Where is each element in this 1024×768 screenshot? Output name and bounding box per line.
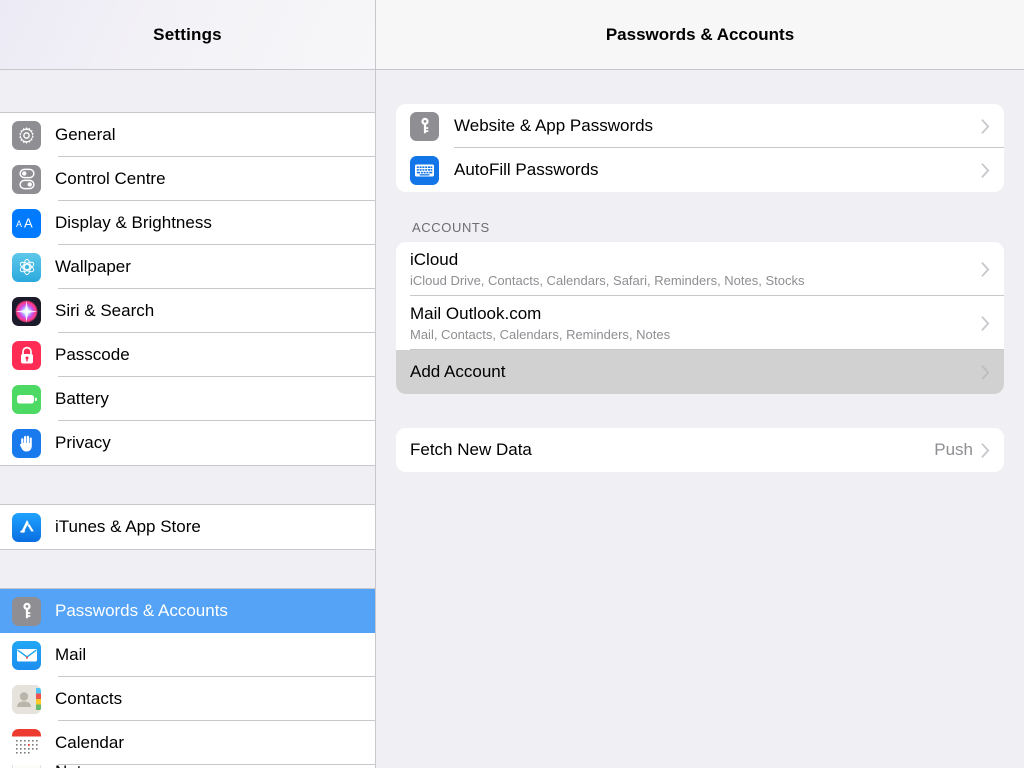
sidebar-item-wallpaper[interactable]: Wallpaper	[0, 245, 375, 289]
sidebar-item-display-brightness[interactable]: AA Display & Brightness	[0, 201, 375, 245]
sidebar-item-calendar[interactable]: Calendar	[0, 721, 375, 765]
contacts-icon	[12, 684, 41, 714]
wallpaper-icon	[12, 252, 41, 282]
sidebar-title: Settings	[153, 25, 222, 44]
sidebar-group-accounts: Passwords & Accounts Mail Contacts Calen…	[0, 589, 375, 768]
sidebar-item-general[interactable]: General	[0, 113, 375, 157]
key-icon	[410, 111, 439, 141]
passwords-card: Website & App Passwords AutoFill Passwor…	[396, 104, 1004, 192]
row-title: Mail Outlook.com	[410, 304, 542, 323]
row-mail-outlook-account[interactable]: Mail Outlook.com Mail, Contacts, Calenda…	[396, 296, 1004, 350]
display-brightness-icon: AA	[12, 208, 41, 238]
page-title: Passwords & Accounts	[605, 25, 795, 44]
chevron-right-icon	[981, 162, 990, 178]
keyboard-icon	[410, 155, 439, 185]
sidebar-item-itunes-app-store[interactable]: iTunes & App Store	[0, 505, 375, 549]
settings-screen: Settings General Control Centre A A Disp…	[0, 0, 1024, 768]
sidebar-spacer-1	[0, 465, 375, 505]
sidebar-item-label: Display & Brightness	[55, 213, 212, 232]
sidebar-item-label: Passwords & Accounts	[55, 601, 228, 620]
sidebar-item-control-centre[interactable]: Control Centre	[0, 157, 375, 201]
row-website-app-passwords[interactable]: Website & App Passwords	[396, 104, 1004, 148]
sidebar-item-mail[interactable]: Mail	[0, 633, 375, 677]
key-icon	[12, 596, 41, 626]
sidebar-item-label: Passcode	[55, 345, 130, 364]
battery-icon	[12, 384, 41, 414]
sidebar-item-passcode[interactable]: Passcode	[0, 333, 375, 377]
passcode-lock-icon	[12, 340, 41, 370]
accounts-card: iCloud iCloud Drive, Contacts, Calendars…	[396, 242, 1004, 394]
app-store-icon	[12, 512, 41, 542]
sidebar-item-label: Control Centre	[55, 169, 166, 188]
gear-icon	[12, 120, 41, 150]
sidebar-item-label: Wallpaper	[55, 257, 131, 276]
sidebar-group-store: iTunes & App Store	[0, 505, 375, 549]
sidebar-spacer-2	[0, 549, 375, 589]
row-title: iCloud	[410, 250, 459, 269]
mail-icon	[12, 640, 41, 670]
row-add-account[interactable]: Add Account	[396, 350, 1004, 394]
row-subtitle: Mail, Contacts, Calendars, Reminders, No…	[410, 327, 671, 342]
row-autofill-passwords[interactable]: AutoFill Passwords	[396, 148, 1004, 192]
chevron-right-icon	[981, 118, 990, 134]
detail-panel: 97% Passwords & Accounts	[376, 0, 1024, 768]
sidebar-item-label: General	[55, 125, 116, 144]
row-title: Add Account	[410, 362, 506, 381]
row-title: Fetch New Data	[410, 440, 532, 459]
sidebar-item-label: Mail	[55, 645, 87, 664]
fetch-new-data-value: Push	[934, 440, 973, 459]
settings-sidebar: Settings General Control Centre A A Disp…	[0, 0, 376, 768]
sidebar-item-label: Calendar	[55, 733, 124, 752]
chevron-right-icon	[981, 364, 990, 380]
svg-text:A: A	[24, 216, 33, 231]
sidebar-item-label: Siri & Search	[55, 301, 155, 320]
control-centre-icon	[12, 164, 41, 194]
sidebar-item-passwords-accounts[interactable]: Passwords & Accounts	[0, 589, 375, 633]
chevron-right-icon	[981, 442, 990, 458]
row-subtitle: iCloud Drive, Contacts, Calendars, Safar…	[410, 273, 805, 288]
sidebar-item-siri-search[interactable]: Siri & Search	[0, 289, 375, 333]
accounts-section-header: ACCOUNTS	[412, 220, 490, 235]
detail-body: Website & App Passwords AutoFill Passwor…	[376, 104, 1024, 472]
privacy-hand-icon	[12, 428, 41, 458]
fetch-new-data-card: Fetch New Data Push	[396, 428, 1004, 472]
siri-icon	[12, 296, 41, 326]
sidebar-group-system: General Control Centre AA Display & Brig…	[0, 113, 375, 465]
sidebar-item-contacts[interactable]: Contacts	[0, 677, 375, 721]
calendar-icon	[12, 728, 41, 758]
sidebar-item-label: Battery	[55, 389, 109, 408]
row-title: Website & App Passwords	[454, 116, 654, 135]
sidebar-header: Settings	[0, 0, 375, 70]
chevron-right-icon	[981, 315, 990, 331]
chevron-right-icon	[981, 261, 990, 277]
svg-text:A: A	[16, 219, 22, 229]
detail-header: Passwords & Accounts	[376, 0, 1024, 70]
row-title: AutoFill Passwords	[454, 160, 599, 179]
sidebar-item-privacy[interactable]: Privacy	[0, 421, 375, 465]
sidebar-item-label: iTunes & App Store	[55, 517, 201, 536]
sidebar-item-battery[interactable]: Battery	[0, 377, 375, 421]
row-icloud-account[interactable]: iCloud iCloud Drive, Contacts, Calendars…	[396, 242, 1004, 296]
sidebar-item-label: Contacts	[55, 689, 123, 708]
sidebar-top-spacer	[0, 70, 375, 113]
row-fetch-new-data[interactable]: Fetch New Data Push	[396, 428, 1004, 472]
sidebar-item-label: Privacy	[55, 433, 111, 452]
